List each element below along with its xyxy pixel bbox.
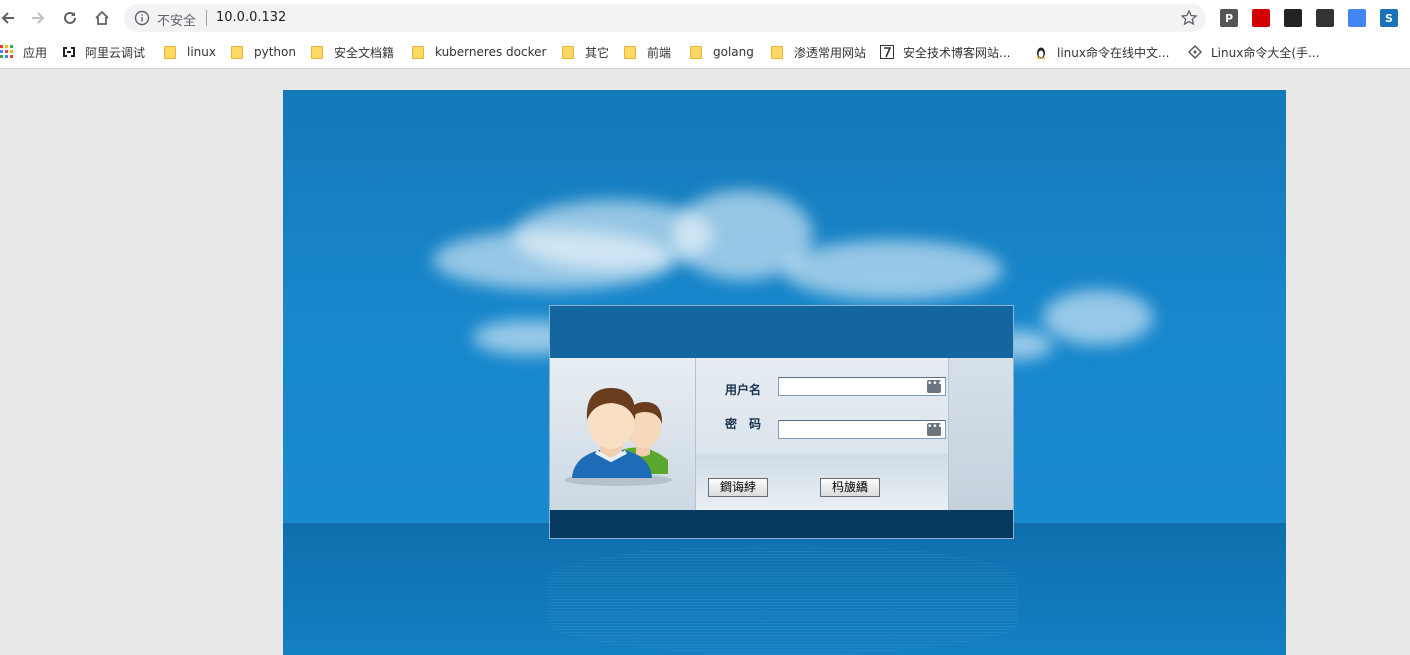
button-area: 鐧诲綍 杩旇繑 xyxy=(696,454,948,510)
bookmark-item[interactable]: linux命令在线中文... xyxy=(1034,43,1169,61)
login-side-panel xyxy=(948,358,1013,510)
not-secure-label: 不安全 xyxy=(157,14,197,29)
username-label: 用户名 xyxy=(725,383,762,397)
username-field[interactable]: ••• xyxy=(778,377,946,398)
bookmark-label: 应用 xyxy=(23,45,48,60)
apps-grid-icon xyxy=(0,45,13,58)
password-field[interactable]: ••• xyxy=(778,420,946,441)
folder-icon xyxy=(624,45,636,59)
bookmark-item[interactable]: kuberneres docker xyxy=(410,43,546,61)
s-extension-icon[interactable]: S xyxy=(1380,9,1398,27)
bookmark-item[interactable]: 渗透常用网站 xyxy=(769,43,866,61)
address-separator xyxy=(206,10,207,26)
folder-icon xyxy=(311,45,323,59)
forward-icon[interactable] xyxy=(26,6,50,30)
browser-toolbar: 不安全 10.0.0.132 P S xyxy=(0,0,1410,36)
back-icon[interactable] xyxy=(0,6,20,30)
bookmark-label: Linux命令大全(手... xyxy=(1211,45,1320,60)
diamond-icon xyxy=(1188,45,1202,59)
login-header xyxy=(550,306,1013,358)
bookmarks-bar: 应用 阿里云调试 linux python 安全文档籍 kuberneres docker… xyxy=(0,36,1410,69)
bookmark-label: 安全技术博客网站... xyxy=(903,45,1011,60)
water-reflection xyxy=(548,545,1018,655)
bookmark-label: 其它 xyxy=(585,45,610,60)
bookmark-item[interactable]: python xyxy=(229,43,296,61)
ghost-extension-icon[interactable] xyxy=(1284,9,1302,27)
bookmark-star-icon[interactable] xyxy=(1180,9,1198,27)
password-input[interactable] xyxy=(779,423,919,441)
folder-icon xyxy=(412,45,424,59)
address-bar[interactable]: 不安全 10.0.0.132 xyxy=(124,4,1206,32)
bookmark-label: linux命令在线中文... xyxy=(1057,45,1170,60)
bookmark-item[interactable]: Linux命令大全(手... xyxy=(1188,43,1319,61)
bookmark-label: 阿里云调试 xyxy=(85,45,146,60)
cloud xyxy=(1043,290,1153,345)
bookmark-label: kuberneres docker xyxy=(435,45,547,59)
avatar-panel xyxy=(550,358,696,510)
login-button[interactable]: 鐧诲綍 xyxy=(708,478,768,497)
bookmark-label: 渗透常用网站 xyxy=(794,45,867,60)
bookmark-label: python xyxy=(254,45,296,59)
bookmark-item[interactable]: 阿里云调试 xyxy=(62,43,145,61)
folder-icon xyxy=(562,45,574,59)
bookmark-item[interactable]: 前端 xyxy=(622,43,671,61)
bookmark-label: golang xyxy=(713,45,754,59)
username-input[interactable] xyxy=(779,380,919,398)
folder-icon xyxy=(771,45,783,59)
cloud xyxy=(783,240,1003,300)
password-label: 密 码 xyxy=(725,417,762,431)
seven-icon xyxy=(880,45,894,59)
reset-button[interactable]: 杩旇繑 xyxy=(820,478,880,497)
bookmark-label: 前端 xyxy=(647,45,672,60)
bookmark-label: 安全文档籍 xyxy=(334,45,395,60)
login-form: 用户名 ••• 密 码 ••• 鐧诲綍 杩旇繑 xyxy=(696,358,948,510)
bookmark-item[interactable]: linux xyxy=(162,43,216,61)
folder-icon xyxy=(164,45,176,59)
login-footer xyxy=(550,510,1013,538)
url-text[interactable]: 10.0.0.132 xyxy=(216,10,286,25)
chrome-extension-icon[interactable] xyxy=(1348,9,1366,27)
bookmark-item[interactable]: 其它 xyxy=(560,43,609,61)
ellipsis-icon[interactable]: ••• xyxy=(927,423,943,436)
tux-icon xyxy=(1037,47,1045,59)
login-box: 用户名 ••• 密 码 ••• 鐧诲綍 杩旇繑 xyxy=(549,305,1014,539)
folder-icon xyxy=(690,45,702,59)
info-icon[interactable] xyxy=(134,10,150,26)
adblock-icon[interactable] xyxy=(1252,9,1270,27)
bookmark-item[interactable]: golang xyxy=(688,43,754,61)
bookmark-item[interactable]: 安全技术博客网站... xyxy=(880,43,1010,61)
users-icon xyxy=(564,388,672,486)
bookmark-item[interactable]: 安全文档籍 xyxy=(309,43,394,61)
p-extension-icon[interactable]: P xyxy=(1220,9,1238,27)
ellipsis-icon[interactable]: ••• xyxy=(927,380,943,393)
folder-icon xyxy=(231,45,243,59)
signal-extension-icon[interactable] xyxy=(1316,9,1334,27)
login-body: 用户名 ••• 密 码 ••• 鐧诲綍 杩旇繑 xyxy=(550,358,1013,510)
reload-icon[interactable] xyxy=(58,6,82,30)
bookmark-item[interactable]: 应用 xyxy=(0,43,47,61)
aliyun-icon xyxy=(63,47,75,57)
home-icon[interactable] xyxy=(90,6,114,30)
bookmark-label: linux xyxy=(187,45,216,59)
login-page-background: 用户名 ••• 密 码 ••• 鐧诲綍 杩旇繑 xyxy=(283,90,1286,655)
